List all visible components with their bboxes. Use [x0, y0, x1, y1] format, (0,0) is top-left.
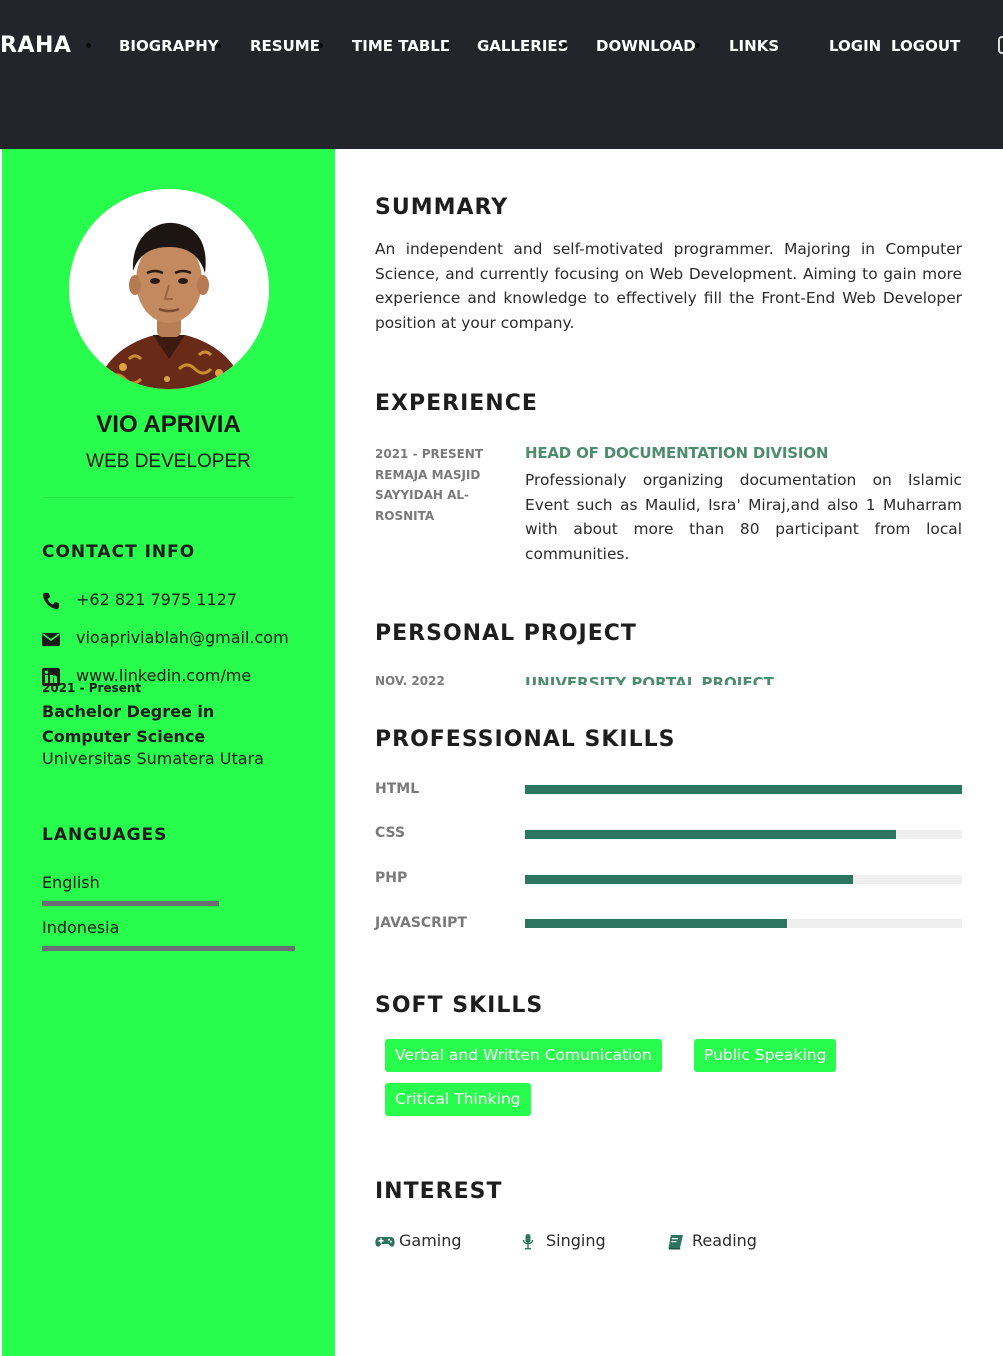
brand-logo[interactable]: RAHA [0, 33, 71, 58]
interest-reading-label: Reading [692, 1231, 757, 1250]
skill-level-bar [525, 785, 962, 794]
book-icon [668, 1235, 683, 1250]
skill-level-bar [525, 875, 853, 884]
nav-login[interactable]: LOGIN [829, 37, 881, 55]
skills-heading: PROFESSIONAL SKILLS [375, 727, 676, 752]
profile-photo-icon [69, 189, 269, 389]
phone-icon [43, 593, 59, 609]
nav-separator-dot [444, 43, 449, 48]
skill-javascript-label: JAVASCRIPT [375, 915, 467, 931]
skill-php-label: PHP [375, 870, 408, 886]
education-date: 2021 - Present [42, 681, 142, 695]
language-level-bar [42, 901, 219, 906]
project-title: UNIVERSITY PORTAL PROJECT [525, 674, 774, 685]
sidebar-divider [42, 497, 295, 498]
project-date: NOV. 2022 [375, 674, 445, 685]
interest-heading: INTEREST [375, 1179, 503, 1204]
skill-css-label: CSS [375, 825, 406, 841]
summary-text: An independent and self-motivated progra… [375, 240, 962, 332]
skill-track [525, 875, 962, 884]
interest-singing-label: Singing [546, 1231, 606, 1250]
soft-skill-chip: Verbal and Written Comunication [385, 1039, 662, 1072]
interest-gaming-label: Gaming [399, 1231, 462, 1250]
experience-heading: EXPERIENCE [375, 391, 538, 416]
email-link[interactable]: vioapriviablah@gmail.com [76, 628, 289, 647]
experience-organization: REMAJA MASJID SAYYIDAH AL-ROSNITA [375, 467, 481, 523]
skill-track [525, 830, 962, 839]
profile-name: VIO APRIVIA [96, 411, 241, 438]
language-level-bar [42, 946, 295, 951]
language-indonesia: Indonesia [42, 918, 120, 937]
contact-info-heading: CONTACT INFO [42, 542, 196, 562]
skill-html-label: HTML [375, 781, 420, 797]
nav-time-table[interactable]: TIME TABLE [352, 37, 450, 55]
project-heading: PERSONAL PROJECT [375, 621, 637, 646]
search-toggle-icon[interactable] [998, 36, 1003, 54]
profile-job-title: WEB DEVELOPER [86, 451, 251, 472]
language-english: English [42, 873, 100, 892]
skill-track [525, 785, 962, 794]
nav-logout[interactable]: LOGOUT [891, 37, 960, 55]
nav-galleries[interactable]: GALLERIES [477, 37, 568, 55]
nav-separator-dot [318, 43, 323, 48]
nav-separator-dot [695, 43, 700, 48]
education-school: Universitas Sumatera Utara [42, 749, 264, 768]
experience-role: HEAD OF DOCUMENTATION DIVISION [525, 444, 829, 462]
nav-separator-dot [86, 43, 91, 48]
envelope-icon [42, 633, 60, 646]
education-degree: Bachelor Degree in Computer Science [42, 702, 215, 746]
languages-heading: LANGUAGES [42, 825, 168, 845]
top-navbar: RAHA BIOGRAPHY RESUME TIME TABLE GALLERI… [0, 0, 1003, 149]
avatar [69, 189, 269, 389]
nav-resume[interactable]: RESUME [250, 37, 320, 55]
sidebar: VIO APRIVIA WEB DEVELOPER CONTACT INFO +… [2, 149, 335, 1356]
soft-skill-chip: Public Speaking [694, 1039, 837, 1072]
phone-number: +62 821 7975 1127 [76, 590, 237, 609]
nav-links[interactable]: LINKS [729, 37, 779, 55]
soft-skill-chip: Critical Thinking [385, 1083, 531, 1116]
gamepad-icon [375, 1237, 395, 1247]
nav-download[interactable]: DOWNLOAD [596, 37, 696, 55]
soft-skills-heading: SOFT SKILLS [375, 993, 544, 1018]
skill-track [525, 919, 962, 928]
experience-period: 2021 - PRESENT [375, 447, 484, 461]
nav-separator-dot [562, 43, 567, 48]
summary-heading: SUMMARY [375, 195, 509, 220]
project-entry: NOV. 2022 UNIVERSITY PORTAL PROJECT [375, 673, 965, 685]
skill-level-bar [525, 830, 896, 839]
experience-description: Professionaly organizing documentation o… [525, 471, 962, 563]
nav-biography[interactable]: BIOGRAPHY [119, 37, 219, 55]
experience-meta: 2021 - PRESENT REMAJA MASJID SAYYIDAH AL… [375, 444, 495, 526]
skill-level-bar [525, 919, 787, 928]
nav-separator-dot [216, 43, 221, 48]
microphone-icon [522, 1234, 534, 1250]
